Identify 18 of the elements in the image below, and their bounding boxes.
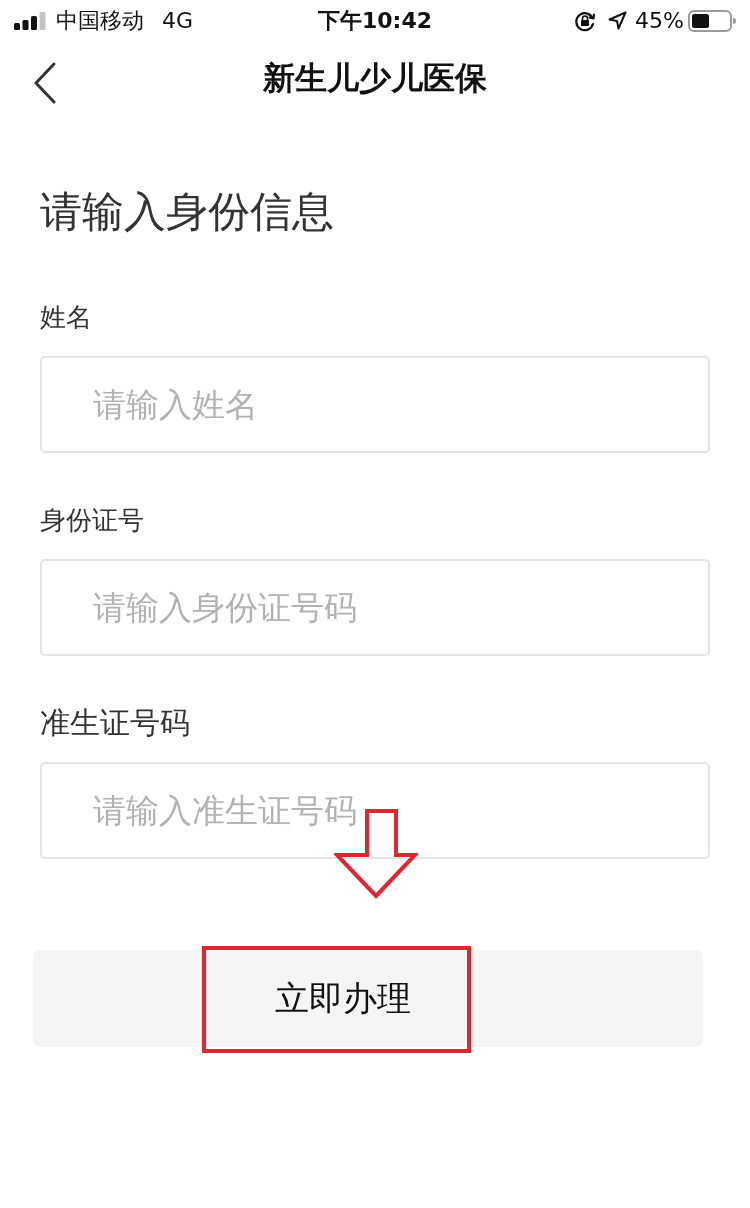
field-label: 准生证号码 xyxy=(40,706,191,740)
status-time: 下午10:42 xyxy=(318,9,432,32)
text-input[interactable]: 请输入准生证号码 xyxy=(40,762,710,859)
battery-percent: 45% xyxy=(635,9,684,32)
field-label: 姓名 xyxy=(40,301,93,334)
rotation-lock-icon xyxy=(574,9,597,32)
text-input[interactable]: 请输入身份证号码 xyxy=(40,559,710,656)
carrier-name: 中国移动 xyxy=(56,9,144,32)
location-arrow-icon xyxy=(608,11,628,30)
text-input[interactable]: 请输入姓名 xyxy=(40,356,710,453)
field-label: 身份证号 xyxy=(40,504,145,537)
signal-icon xyxy=(14,11,46,30)
network-type: 4G xyxy=(162,9,194,32)
form-heading: 请输入身份信息 xyxy=(40,186,335,238)
back-icon[interactable] xyxy=(33,62,57,104)
page-title: 新生儿少儿医保 xyxy=(263,61,487,94)
battery-icon xyxy=(688,9,736,32)
submit-button[interactable]: 立即办理 xyxy=(33,950,703,1047)
